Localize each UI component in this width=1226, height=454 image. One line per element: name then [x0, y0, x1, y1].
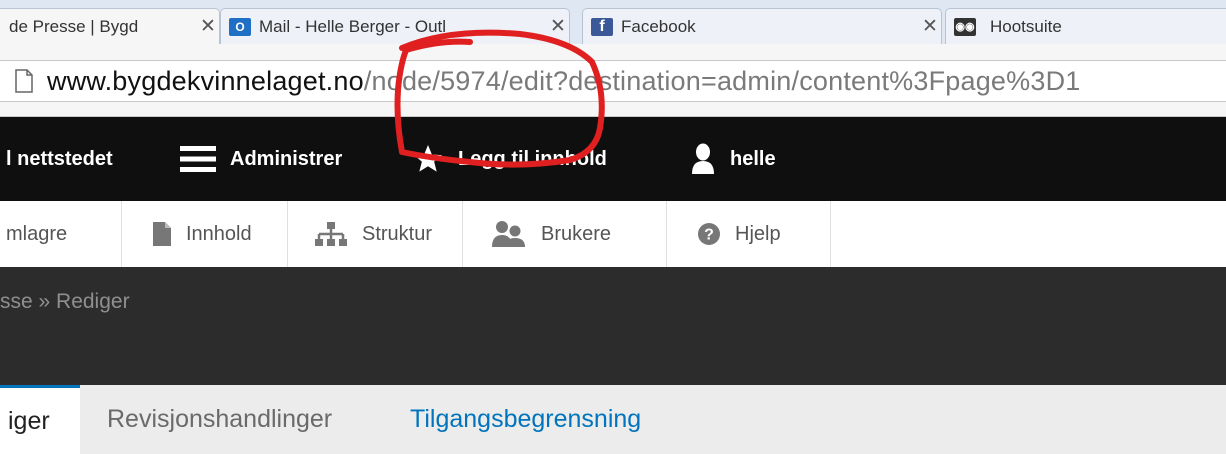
user-icon: [692, 143, 714, 174]
help-icon: ?: [698, 223, 720, 245]
tab-title: de Presse | Bygd: [9, 16, 139, 36]
tray-item-brukere[interactable]: Brukere: [463, 201, 667, 267]
tray-item-struktur[interactable]: Struktur: [288, 201, 463, 267]
page-header: sse » Rediger: [0, 267, 1226, 385]
close-icon[interactable]: ✕: [547, 15, 569, 38]
tab-edit[interactable]: iger: [0, 385, 80, 454]
admin-item-site[interactable]: l nettstedet: [6, 117, 113, 201]
admin-tray: mlagre Innhold Struktur Brukere ? Hjelp: [0, 201, 1226, 268]
tray-item-label: mlagre: [6, 222, 68, 245]
url-host: www.bygdekvinnelaget.no: [47, 65, 364, 96]
breadcrumb: sse » Rediger: [0, 290, 130, 313]
admin-item-administrer[interactable]: Administrer: [180, 117, 342, 201]
tray-item-hjelp[interactable]: ? Hjelp: [667, 201, 831, 267]
browser-tab-strip: de Presse | Bygd ✕ O Mail - Helle Berger…: [0, 0, 1226, 44]
admin-item-add-content[interactable]: Legg til innhold: [412, 117, 607, 201]
tab-label: iger: [8, 406, 50, 435]
tab-title: Mail - Helle Berger - Outl: [259, 16, 447, 36]
sitemap-icon: [315, 222, 347, 246]
local-tabs: iger Revisjonshandlinger Tilgangsbegrens…: [0, 385, 1226, 454]
close-icon[interactable]: ✕: [197, 15, 219, 38]
tab-label: Tilgangsbegrensning: [410, 405, 642, 433]
hootsuite-owl-icon: ◉◉: [954, 17, 976, 36]
browser-tab-bygdekvinnelaget[interactable]: de Presse | Bygd ✕: [0, 8, 220, 44]
browser-tab-facebook[interactable]: f Facebook ✕: [582, 8, 942, 44]
browser-tab-mail[interactable]: O Mail - Helle Berger - Outl ✕: [220, 8, 570, 44]
tab-revisions[interactable]: Revisjonshandlinger: [107, 385, 332, 454]
outlook-icon: O: [229, 17, 251, 36]
facebook-icon: f: [591, 17, 613, 36]
star-icon: [414, 145, 442, 172]
url-path: /node/5974/edit?destination=admin/conten…: [363, 65, 1081, 96]
browser-toolbar: www.bygdekvinnelaget.no/node/5974/edit?d…: [0, 44, 1226, 117]
tray-item-label: Brukere: [541, 222, 612, 245]
browser-tab-hootsuite[interactable]: ◉◉ Hootsuite: [945, 8, 1226, 44]
tray-item-label: Innhold: [186, 222, 252, 245]
tray-item-shortcut[interactable]: mlagre: [0, 201, 122, 267]
url-text[interactable]: www.bygdekvinnelaget.no/node/5974/edit?d…: [47, 66, 1080, 97]
tray-item-innhold[interactable]: Innhold: [122, 201, 288, 267]
tab-access-restriction[interactable]: Tilgangsbegrensning: [410, 385, 641, 454]
svg-text:?: ?: [704, 227, 714, 244]
tray-item-label: Hjelp: [735, 222, 781, 245]
tray-item-label: Struktur: [362, 222, 433, 245]
admin-item-label: l nettstedet: [6, 147, 113, 170]
page-icon: [15, 69, 33, 93]
people-icon: [492, 221, 525, 247]
address-bar[interactable]: www.bygdekvinnelaget.no/node/5974/edit?d…: [0, 60, 1226, 102]
tab-title: Hootsuite: [990, 16, 1062, 36]
close-icon[interactable]: ✕: [919, 15, 941, 38]
admin-item-label: helle: [730, 147, 776, 170]
tab-title: Facebook: [621, 16, 696, 36]
admin-item-label: Legg til innhold: [458, 147, 607, 170]
admin-item-user[interactable]: helle: [690, 117, 776, 201]
hamburger-menu-icon: [180, 146, 216, 172]
admin-toolbar: l nettstedet Administrer Legg til innhol…: [0, 117, 1226, 201]
admin-item-label: Administrer: [230, 147, 343, 170]
document-icon: [153, 222, 171, 246]
tab-label: Revisjonshandlinger: [107, 405, 333, 433]
